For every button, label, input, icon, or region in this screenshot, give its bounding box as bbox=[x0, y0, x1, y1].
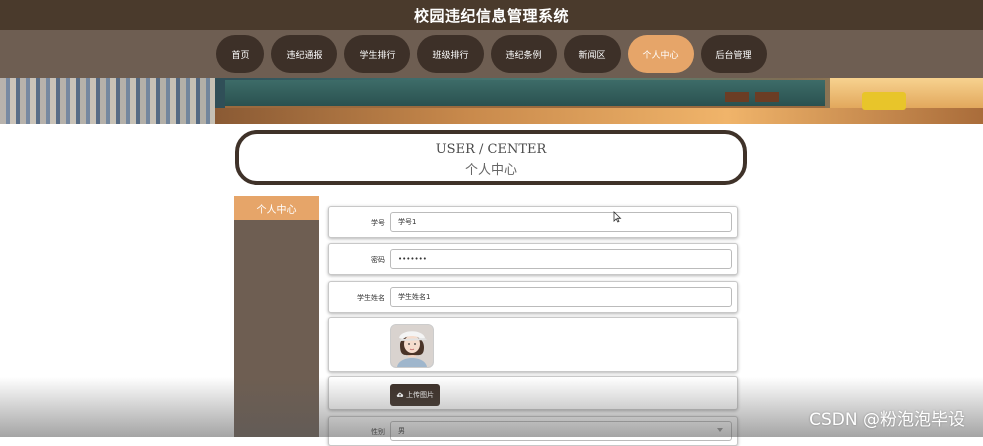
form-row-password: 密码 ••••••• bbox=[328, 243, 738, 275]
main-nav: 首页 违纪通报 学生排行 班级排行 违纪条例 新闻区 个人中心 后台管理 bbox=[0, 30, 983, 78]
upload-cloud-icon bbox=[396, 391, 404, 400]
upload-button-label: 上传图片 bbox=[406, 391, 434, 399]
password-label: 密码 bbox=[371, 256, 385, 264]
password-input[interactable]: ••••••• bbox=[390, 249, 732, 269]
nav-item-class-ranking[interactable]: 班级排行 bbox=[417, 35, 484, 73]
site-title: 校园违纪信息管理系统 bbox=[0, 0, 983, 30]
box-illustration bbox=[755, 92, 779, 102]
nav-item-student-ranking[interactable]: 学生排行 bbox=[344, 35, 411, 73]
desk-illustration bbox=[215, 108, 983, 124]
upload-image-button[interactable]: 上传图片 bbox=[390, 384, 440, 406]
form-row-student-name: 学生姓名 学生姓名1 bbox=[328, 281, 738, 313]
mouse-cursor-icon bbox=[613, 208, 622, 227]
page-title-cn: 个人中心 bbox=[464, 163, 517, 178]
page-title-en: USER / CENTER bbox=[435, 142, 547, 157]
box-illustration bbox=[725, 92, 749, 102]
classroom-banner bbox=[0, 78, 983, 124]
avatar bbox=[390, 324, 434, 368]
form-row-student-id: 学号 学号1 bbox=[328, 206, 738, 238]
gender-select-value: 男 bbox=[398, 427, 405, 435]
form-row-upload: 上传图片 bbox=[328, 376, 738, 410]
student-id-input[interactable]: 学号1 bbox=[390, 212, 732, 232]
window-illustration bbox=[830, 78, 983, 108]
nav-item-admin[interactable]: 后台管理 bbox=[700, 35, 767, 73]
nav-item-violation-rules[interactable]: 违纪条例 bbox=[490, 35, 557, 73]
gender-select[interactable]: 男 bbox=[390, 421, 732, 441]
student-name-input[interactable]: 学生姓名1 bbox=[390, 287, 732, 307]
nav-item-personal-center[interactable]: 个人中心 bbox=[627, 35, 694, 73]
watermark: CSDN @粉泡泡毕设 bbox=[809, 410, 965, 430]
form-row-gender: 性别 男 bbox=[328, 416, 738, 446]
sidebar: 个人中心 bbox=[234, 196, 319, 437]
page-title: USER / CENTER 个人中心 bbox=[235, 130, 747, 185]
pot-illustration bbox=[862, 92, 906, 110]
student-id-label: 学号 bbox=[371, 219, 385, 227]
nav-item-home[interactable]: 首页 bbox=[216, 35, 265, 73]
sidebar-item-personal-center[interactable]: 个人中心 bbox=[234, 196, 319, 220]
form-row-photo bbox=[328, 317, 738, 372]
nav-item-violation-notice[interactable]: 违纪通报 bbox=[271, 35, 338, 73]
gender-label: 性别 bbox=[371, 428, 385, 436]
chevron-down-icon bbox=[717, 428, 723, 432]
student-name-label: 学生姓名 bbox=[357, 294, 385, 302]
bookshelf-illustration bbox=[0, 78, 215, 124]
nav-item-news[interactable]: 新闻区 bbox=[563, 35, 621, 73]
profile-form: 学号 学号1 密码 ••••••• 学生姓名 学生姓名1 上传图片 性别 男 bbox=[325, 196, 747, 446]
